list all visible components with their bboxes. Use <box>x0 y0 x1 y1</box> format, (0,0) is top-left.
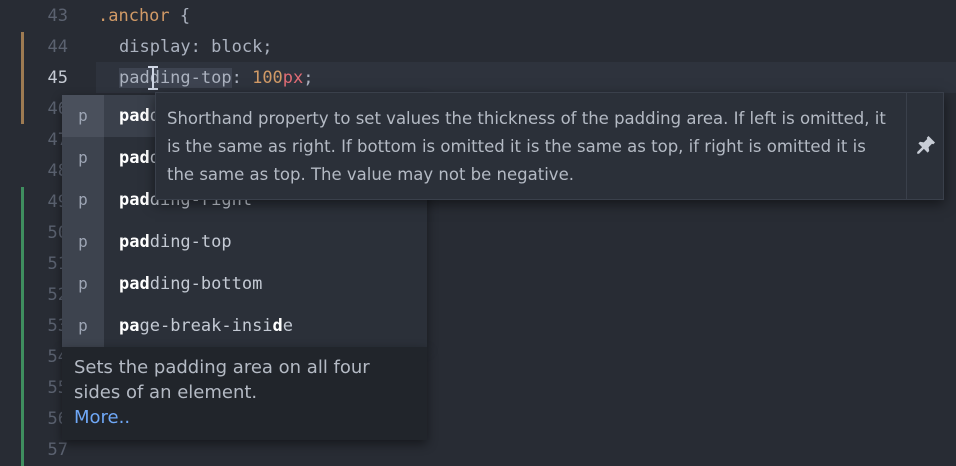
line-number: 57 <box>47 440 68 460</box>
property-kind-icon: p <box>62 305 104 347</box>
code-line-44[interactable]: display: block; <box>119 32 273 63</box>
property-kind-icon: p <box>62 221 104 263</box>
suggestion-label: page-break-inside <box>119 316 294 336</box>
line-number: 43 <box>47 6 68 26</box>
suggestion-label: padding-bottom <box>119 274 263 294</box>
hover-tooltip: Shorthand property to set values the thi… <box>155 92 944 200</box>
css-value: : block; <box>190 37 273 57</box>
line-number: 54 <box>47 347 68 367</box>
line-number: 49 <box>47 192 68 212</box>
suggestion-details: Sets the padding area on all four sides … <box>62 347 427 440</box>
line-number: 46 <box>47 99 68 119</box>
more-link[interactable]: More.. <box>74 405 130 430</box>
pin-icon[interactable] <box>914 133 938 157</box>
line-number: 45 <box>47 68 68 88</box>
suggestion-item[interactable]: p page-break-inside <box>62 305 427 347</box>
code-line-43[interactable]: .anchor { <box>98 1 190 32</box>
line-number: 53 <box>47 316 68 336</box>
text-cursor <box>148 66 158 90</box>
number-value: 100 <box>252 68 283 88</box>
colon: : <box>231 68 253 88</box>
suggestion-item[interactable]: p padding-top <box>62 221 427 263</box>
property-kind-icon: p <box>62 179 104 221</box>
line-number: 51 <box>47 254 68 274</box>
tooltip-divider <box>906 93 907 199</box>
property-kind-icon: p <box>62 137 104 179</box>
line-number: 52 <box>47 285 68 305</box>
line-number: 44 <box>47 37 68 57</box>
suggestion-label: padding-top <box>119 232 232 252</box>
line-number: 48 <box>47 161 68 181</box>
unit: px <box>282 68 304 88</box>
suggestion-description: Sets the padding area on all four sides … <box>74 357 370 403</box>
open-brace: { <box>169 6 191 26</box>
line-number: 50 <box>47 223 68 243</box>
line-number: 55 <box>47 378 68 398</box>
semicolon: ; <box>303 68 314 88</box>
property-kind-icon: p <box>62 95 104 137</box>
tooltip-text: Shorthand property to set values the thi… <box>167 109 886 184</box>
suggestion-item[interactable]: p padding-bottom <box>62 263 427 305</box>
selected-property: padding-top <box>119 68 232 88</box>
line-number: 47 <box>47 130 68 150</box>
line-number: 56 <box>47 409 68 429</box>
css-selector: .anchor <box>98 6 170 26</box>
css-property: display <box>119 37 191 57</box>
property-kind-icon: p <box>62 263 104 305</box>
